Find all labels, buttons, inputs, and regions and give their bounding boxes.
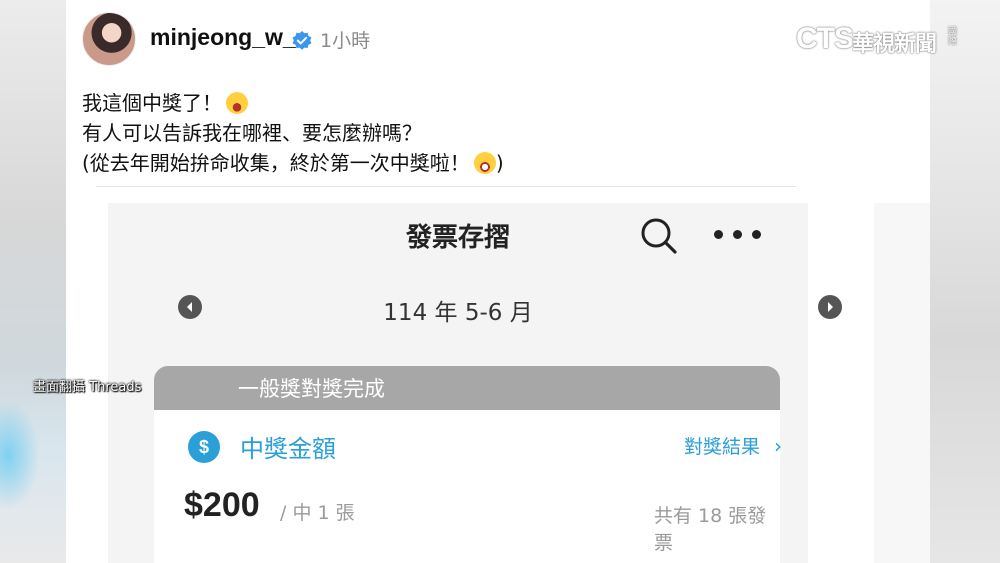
video-frame: minjeong_w_ 1小時 我這個中獎了！ 有人可以告訴我在哪裡、要怎麼辦嗎…: [0, 0, 1000, 563]
post-time: 1小時: [320, 30, 371, 52]
more-dot: [733, 230, 742, 239]
source-caption: 畫面翻攝 Threads: [33, 380, 142, 395]
blurred-background-right: [930, 0, 1000, 563]
post-line-text: 我這個中獎了！: [82, 91, 222, 115]
verified-badge-icon: [292, 31, 312, 50]
invoice-count: 共有 18 張發票: [654, 505, 767, 554]
surprised-emoji-icon: [226, 92, 248, 114]
watermark-sub: 國際: [948, 26, 958, 46]
chevron-right-icon: [828, 302, 833, 312]
post-line: 我這個中獎了！: [82, 88, 504, 118]
post-line-text: ): [495, 151, 504, 175]
dollar-icon: $: [188, 431, 220, 463]
post-line-text: 有人可以告訴我在哪裡、要怎麼辦嗎？: [82, 121, 422, 145]
avatar[interactable]: [82, 12, 136, 66]
search-icon[interactable]: [636, 213, 682, 259]
prize-amount-label: 中獎金額: [240, 435, 336, 463]
username[interactable]: minjeong_w_: [150, 24, 296, 51]
chevron-right-small-icon: ›: [774, 434, 783, 458]
watermark-name: 華視新聞: [852, 31, 937, 56]
post-line-text: (從去年開始拚命收集，終於第一次中獎啦！: [82, 151, 470, 175]
right-margin: [874, 203, 930, 563]
post-body: 我這個中獎了！ 有人可以告訴我在哪裡、要怎麼辦嗎？ (從去年開始拚命收集，終於第…: [82, 88, 504, 178]
more-dot: [752, 230, 761, 239]
prize-result-link[interactable]: 對獎結果 ›: [684, 432, 782, 459]
next-period-button[interactable]: [818, 295, 842, 319]
cts-news-watermark: CTS 華視新聞 國際: [796, 22, 976, 62]
prize-card: $ 中獎金額 對獎結果 › $200 / 中 1 張 共有 18 張發票: [154, 410, 782, 563]
prize-amount: $200: [184, 486, 260, 524]
watermark-brand: CTS: [796, 22, 854, 55]
blurred-background-left: [0, 0, 66, 563]
more-icon[interactable]: [708, 219, 768, 249]
period-selector: 114 年 5-6 月: [108, 289, 842, 329]
post-line: (從去年開始拚命收集，終於第一次中獎啦！): [82, 148, 504, 178]
period-label: 114 年 5-6 月: [383, 300, 533, 326]
divider: [96, 186, 796, 187]
threads-post: minjeong_w_ 1小時 我這個中獎了！ 有人可以告訴我在哪裡、要怎麼辦嗎…: [66, 0, 930, 563]
post-line: 有人可以告訴我在哪裡、要怎麼辦嗎？: [82, 118, 504, 148]
winning-count: / 中 1 張: [280, 502, 355, 524]
prize-result-label: 對獎結果: [684, 436, 761, 458]
app-title: 發票存摺: [405, 223, 510, 253]
more-dot: [714, 230, 723, 239]
status-banner: 一般獎對獎完成: [154, 366, 780, 410]
invoice-app-screenshot: 發票存摺 114 年 5-6 月 一般獎對獎完成 $ 中獎金額 對獎結果 › $…: [108, 203, 842, 563]
grinning-emoji-icon: [473, 152, 496, 174]
status-banner-text: 一般獎對獎完成: [238, 377, 385, 401]
